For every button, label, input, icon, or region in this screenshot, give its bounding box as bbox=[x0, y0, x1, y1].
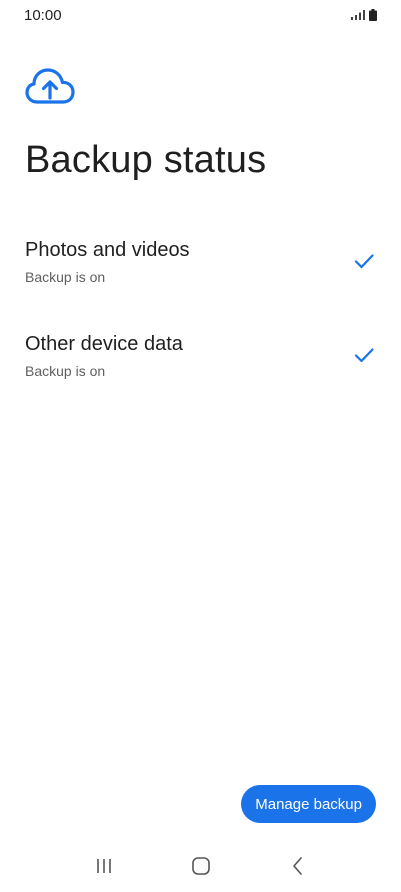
home-icon bbox=[191, 857, 210, 875]
status-icons bbox=[351, 9, 377, 21]
recents-icon bbox=[96, 859, 111, 873]
page-title: Backup status bbox=[25, 139, 267, 181]
item-title: Other device data bbox=[25, 333, 183, 355]
back-button[interactable] bbox=[278, 846, 318, 886]
status-bar: 10:00 bbox=[0, 0, 401, 30]
cloud-upload-icon bbox=[25, 68, 75, 104]
list-item-photos-videos[interactable]: Photos and videos Backup is on bbox=[0, 226, 401, 296]
backup-status-screen: 10:00 Backup status Photos and videos Ba… bbox=[0, 0, 401, 892]
item-subtitle: Backup is on bbox=[25, 363, 106, 379]
recents-button[interactable] bbox=[84, 846, 124, 886]
battery-icon bbox=[369, 9, 377, 21]
back-icon bbox=[292, 857, 302, 875]
check-icon bbox=[354, 348, 374, 363]
item-title: Photos and videos bbox=[25, 239, 190, 261]
navigation-bar bbox=[0, 840, 401, 892]
item-subtitle: Backup is on bbox=[25, 269, 106, 285]
manage-backup-button[interactable]: Manage backup bbox=[241, 785, 376, 823]
home-button[interactable] bbox=[181, 846, 221, 886]
check-icon bbox=[354, 254, 374, 269]
status-time: 10:00 bbox=[24, 6, 62, 24]
signal-icon bbox=[351, 10, 365, 20]
list-item-other-device-data[interactable]: Other device data Backup is on bbox=[0, 320, 401, 390]
